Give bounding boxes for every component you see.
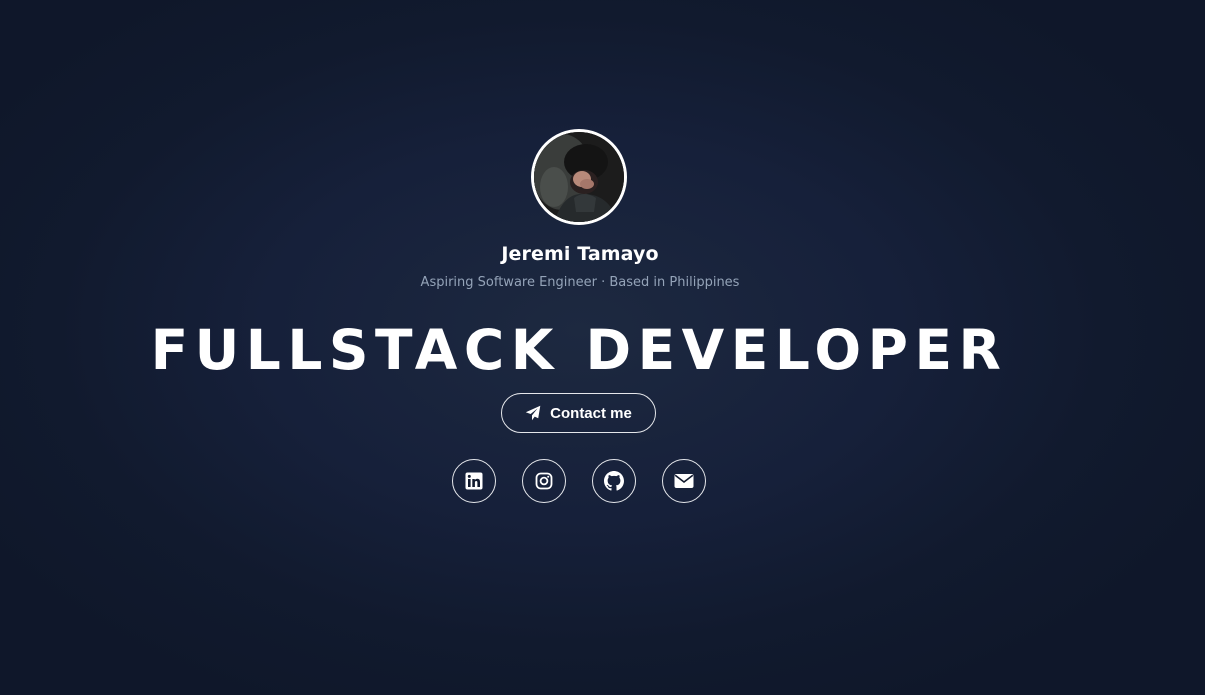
instagram-link[interactable] [522, 459, 566, 503]
contact-me-label: Contact me [550, 404, 632, 422]
linkedin-icon [465, 472, 483, 490]
github-icon [604, 471, 624, 491]
social-links [452, 459, 712, 505]
contact-me-button[interactable]: Contact me [501, 393, 656, 433]
hero-headline: FULLSTACK DEVELOPER [150, 318, 1008, 382]
profile-avatar [531, 129, 627, 225]
profile-name: Jeremi Tamayo [501, 243, 659, 265]
github-link[interactable] [592, 459, 636, 503]
instagram-icon [535, 472, 553, 490]
email-link[interactable] [662, 459, 706, 503]
hero-section: Jeremi Tamayo Aspiring Software Engineer… [0, 0, 1205, 695]
profile-tagline: Aspiring Software Engineer · Based in Ph… [420, 275, 740, 290]
profile-photo [534, 132, 624, 222]
envelope-icon [674, 473, 694, 489]
paper-plane-icon [525, 405, 541, 421]
linkedin-link[interactable] [452, 459, 496, 503]
